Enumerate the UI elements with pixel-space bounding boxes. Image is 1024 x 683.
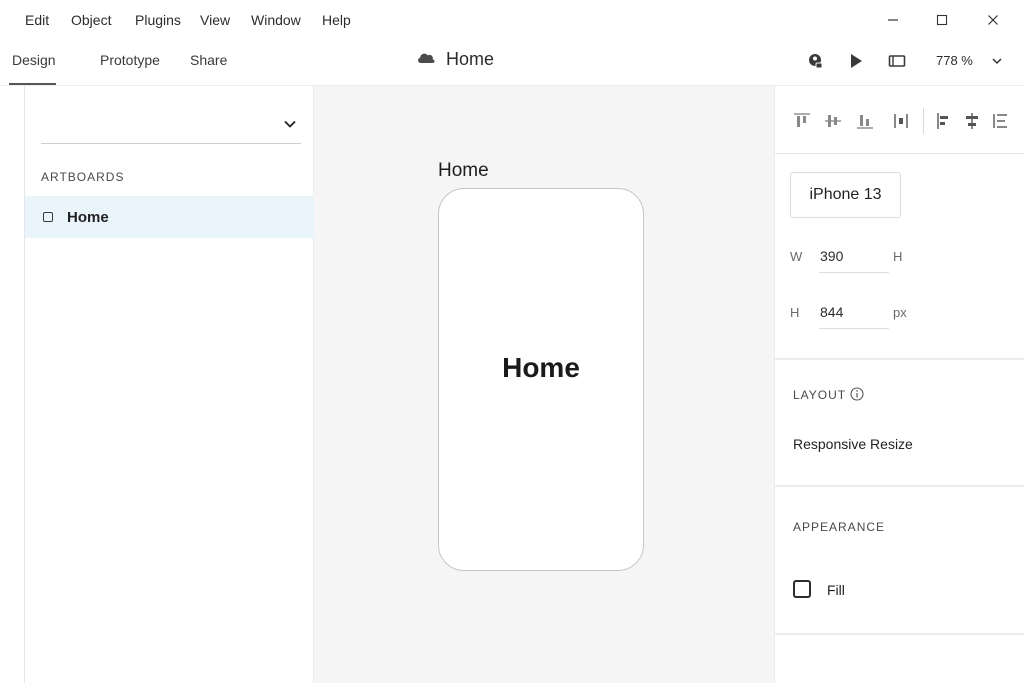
maximize-icon[interactable] [927, 8, 957, 32]
play-icon[interactable] [845, 50, 867, 72]
tab-design[interactable]: Design [12, 52, 56, 68]
menu-bar: Edit Object Plugins View Window Help [0, 0, 1024, 40]
height-field-underline [819, 328, 889, 329]
distribute-horizontal-icon[interactable] [892, 112, 910, 130]
width-suffix-label: H [893, 249, 903, 264]
tab-share[interactable]: Share [190, 52, 227, 68]
artboard-name: Home [67, 208, 109, 226]
user-share-icon[interactable] [804, 50, 826, 72]
responsive-resize-option[interactable]: Responsive Resize [793, 436, 913, 452]
artboard-home[interactable]: Home [438, 188, 644, 571]
width-field[interactable]: 390 [820, 248, 843, 264]
height-field[interactable]: 844 [820, 304, 843, 320]
properties-panel: iPhone 13 W 390 H H 844 px LAYOUT Respon… [774, 86, 1024, 683]
layers-panel: ARTBOARDS Home [24, 86, 314, 683]
fill-checkbox[interactable] [793, 580, 811, 598]
document-title: Home [416, 48, 494, 70]
device-preset-select[interactable]: iPhone 13 [790, 172, 901, 218]
design-canvas[interactable]: Home Home [314, 86, 774, 683]
menu-plugins[interactable]: Plugins [135, 12, 181, 28]
artboard-title-label[interactable]: Home [438, 160, 489, 182]
width-field-underline [819, 272, 889, 273]
fill-label: Fill [827, 582, 845, 598]
height-label: H [790, 305, 800, 320]
appearance-heading: APPEARANCE [793, 520, 886, 534]
menu-help[interactable]: Help [322, 12, 351, 28]
alignment-toolbar [775, 86, 1024, 154]
toolbar-divider [923, 108, 924, 134]
document-name: Home [446, 48, 495, 69]
preview-device-icon[interactable] [886, 50, 908, 72]
list-item-artboard-home[interactable]: Home [25, 196, 314, 238]
chevron-down-icon[interactable] [986, 50, 1008, 72]
artboards-heading: ARTBOARDS [41, 170, 125, 184]
layout-heading: LAYOUT [793, 388, 847, 402]
workspace-tab-bar: Design Prototype Share Home 778 % [0, 40, 1024, 86]
section-divider [775, 633, 1024, 635]
close-icon[interactable] [978, 8, 1008, 32]
align-bottom-icon[interactable] [856, 112, 874, 130]
chevron-down-icon [283, 116, 297, 134]
section-divider [775, 485, 1024, 487]
align-left-icon[interactable] [935, 112, 953, 130]
minimize-icon[interactable] [878, 8, 908, 32]
section-divider [775, 358, 1024, 360]
width-label: W [790, 249, 803, 264]
distribute-vertical-icon[interactable] [991, 112, 1009, 130]
align-middle-icon[interactable] [824, 112, 842, 130]
tab-prototype[interactable]: Prototype [100, 52, 160, 68]
active-tab-indicator [9, 83, 56, 85]
artboard-text-home[interactable]: Home [502, 352, 580, 384]
info-icon[interactable] [850, 387, 864, 406]
menu-window[interactable]: Window [251, 12, 301, 28]
artboard-icon [43, 212, 53, 222]
align-center-icon[interactable] [963, 112, 981, 130]
page-dropdown[interactable] [41, 106, 301, 144]
menu-view[interactable]: View [200, 12, 230, 28]
left-toolbar-gutter [0, 86, 24, 683]
zoom-level[interactable]: 778 % [936, 53, 973, 68]
cloud-icon [416, 50, 436, 69]
menu-object[interactable]: Object [71, 12, 111, 28]
unit-label: px [893, 305, 907, 320]
menu-edit[interactable]: Edit [25, 12, 49, 28]
align-top-icon[interactable] [793, 112, 811, 130]
